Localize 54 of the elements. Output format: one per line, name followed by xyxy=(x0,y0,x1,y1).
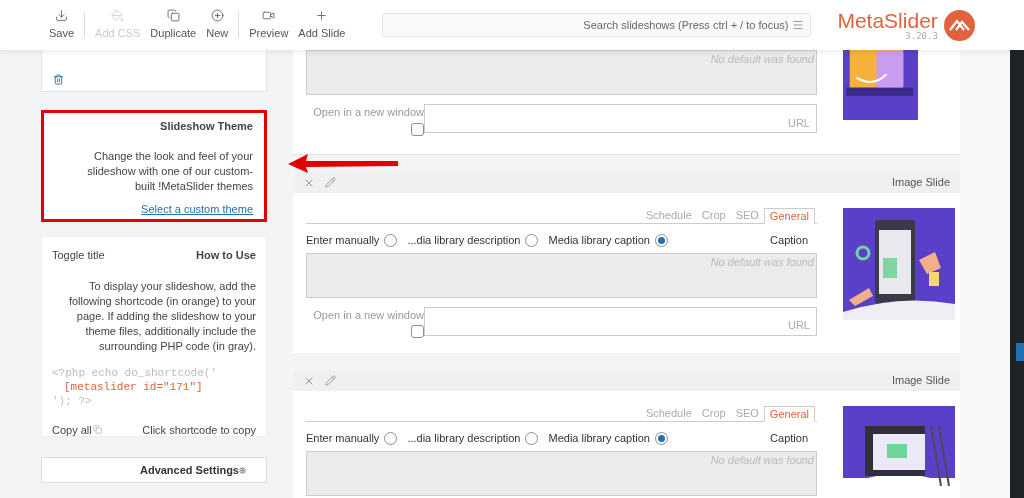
tab[interactable]: General xyxy=(763,208,815,224)
menu-icon xyxy=(792,19,805,31)
radio-button[interactable] xyxy=(525,431,539,445)
trash-icon[interactable] xyxy=(53,74,64,85)
toolbar-button[interactable]: New xyxy=(201,8,234,42)
search-field[interactable]: Search slideshows (Press ctrl + / to focus) xyxy=(382,13,812,37)
radio-button[interactable] xyxy=(655,233,668,247)
field-label: Open in a new window xyxy=(313,105,424,120)
pencil-icon[interactable] xyxy=(325,177,336,188)
logo-text: MetaSlider xyxy=(837,9,938,31)
paint-bucket-icon xyxy=(111,8,125,22)
shortcode-block[interactable]: <?php echo do_shortcode(' [metaslider id="171"] '); ?> xyxy=(52,365,256,408)
card-description: Change the look and feel of your slideshow with one of our custom-built !MetaSlider themes xyxy=(86,148,253,194)
plus-circle-icon xyxy=(210,8,224,22)
caption-label: Caption xyxy=(770,233,808,248)
radio-label: Media library caption xyxy=(548,431,650,446)
toggle-title-link[interactable]: Toggle title xyxy=(52,247,105,264)
radio-button[interactable] xyxy=(384,233,398,247)
download-icon xyxy=(55,8,69,22)
radio-label: Enter manually xyxy=(306,233,380,248)
field-label: Open in a new window xyxy=(313,307,424,323)
copy-hint: Click shortcode to copy xyxy=(142,422,256,438)
radio-label: Media library caption xyxy=(548,233,650,248)
advanced-settings-button[interactable]: Advanced Settings xyxy=(41,457,267,483)
logo-icon xyxy=(943,9,975,41)
slide-type: Image Slide xyxy=(891,175,950,191)
copy-icon xyxy=(92,425,102,435)
toolbar-button[interactable]: Save xyxy=(44,8,80,42)
copy-all-button[interactable]: Copy all xyxy=(52,421,102,438)
checkbox[interactable] xyxy=(411,325,424,338)
radio-button[interactable] xyxy=(525,233,539,247)
caption-label: Caption xyxy=(770,431,808,446)
radio-button[interactable] xyxy=(384,431,398,445)
toolbar-button[interactable]: Preview xyxy=(244,8,294,42)
radio-label: Enter manually xyxy=(306,431,380,446)
tab[interactable]: General xyxy=(763,406,815,422)
copy-icon xyxy=(166,8,180,22)
gear-icon xyxy=(239,466,246,474)
toolbar-button[interactable]: Duplicate xyxy=(145,8,202,42)
card-description: To display your slideshow, add the following shortcode (in orange) to your page. If adding the slideshow to your theme files, additionally include the surrounding PHP code (in gray). xyxy=(67,278,256,354)
url-field[interactable]: URL xyxy=(424,104,817,133)
plus-icon xyxy=(315,8,329,22)
card-title: Slideshow Theme xyxy=(160,119,253,134)
url-field[interactable]: URL xyxy=(424,306,817,336)
radio-label: ...dia library description xyxy=(407,233,521,248)
card-title: How to Use xyxy=(196,248,256,263)
slide-type: Image Slide xyxy=(891,373,950,389)
pencil-icon[interactable] xyxy=(325,375,336,386)
radio-button[interactable] xyxy=(655,431,668,445)
theme-link[interactable]: Select a custom theme xyxy=(141,200,253,217)
version-text: 3.20.3 xyxy=(905,31,938,41)
radio-label: ...dia library description xyxy=(407,431,521,446)
checkbox[interactable] xyxy=(411,122,424,136)
toolbar-button[interactable]: Add Slide xyxy=(293,8,351,42)
